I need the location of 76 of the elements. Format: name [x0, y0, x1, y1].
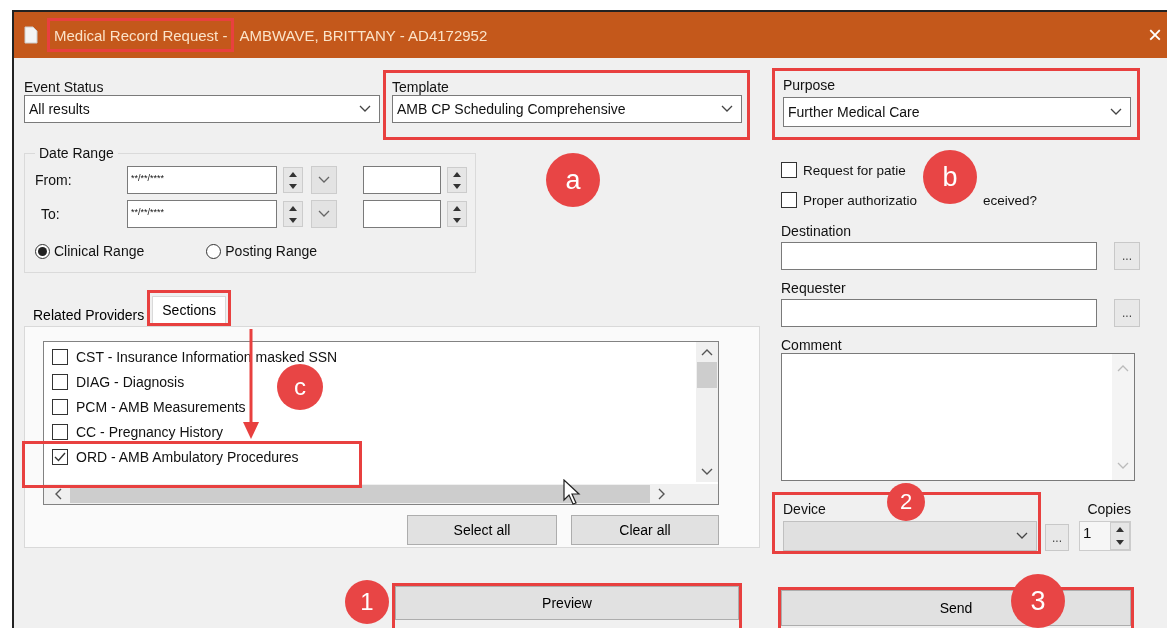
chevron-down-icon: [318, 176, 330, 184]
checkbox-label: eceived?: [983, 192, 1038, 208]
preview-button[interactable]: Preview: [395, 586, 739, 620]
checkbox[interactable]: [781, 162, 797, 178]
template-dropdown[interactable]: AMB CP Scheduling Comprehensive: [392, 95, 742, 123]
checkbox[interactable]: [52, 448, 68, 465]
chevron-down-icon: [1117, 462, 1129, 470]
time-field[interactable]: [363, 200, 441, 228]
date-label: To:: [40, 206, 61, 222]
select-all-button[interactable]: Select all: [407, 515, 557, 545]
chevron-down-icon: [1110, 108, 1122, 116]
comment-field[interactable]: [781, 353, 1135, 481]
step-badge: a: [546, 153, 600, 207]
vertical-scrollbar[interactable]: [696, 342, 718, 482]
chevron-left-icon: [54, 488, 62, 500]
step-badge: 2: [887, 483, 925, 521]
section-label: PCM - AMB Measurements: [76, 398, 246, 415]
step-badge: 3: [1011, 574, 1065, 628]
section-label: CST - Insurance Information masked SSN: [76, 348, 338, 365]
date-label: From:: [35, 172, 73, 188]
range-radio[interactable]: Posting Range: [206, 243, 318, 259]
field-label: Device: [783, 501, 826, 517]
field-label: Copies: [1087, 501, 1131, 517]
checkbox[interactable]: [52, 373, 68, 390]
section-label: ORD - AMB Ambulatory Procedures: [76, 448, 299, 465]
tab[interactable]: Related Providers: [28, 304, 150, 326]
chevron-down-icon: [1016, 532, 1028, 540]
section-label: CC - Pregnancy History: [76, 423, 224, 440]
spinner[interactable]: [1110, 522, 1130, 550]
field-label: Template: [392, 79, 450, 95]
spinner[interactable]: [283, 167, 303, 193]
tab[interactable]: Sections: [152, 296, 226, 323]
field-label: Event Status: [24, 79, 105, 95]
window-subtitle: AMBWAVE, BRITTANY - AD4172952: [239, 26, 488, 44]
checkbox[interactable]: [52, 423, 68, 440]
field-label: Comment: [781, 337, 843, 353]
chevron-up-icon: [701, 348, 713, 356]
step-badge: 1: [345, 580, 389, 624]
chevron-down-icon: [318, 210, 330, 218]
checkbox-label: Request for patie: [803, 162, 906, 178]
checkbox-label: Proper authorizatio: [803, 192, 918, 208]
browse-button[interactable]: ...: [1114, 299, 1140, 327]
range-radio[interactable]: Clinical Range: [35, 243, 145, 259]
group-title: Date Range: [38, 145, 115, 161]
time-field[interactable]: [363, 166, 441, 194]
date-field[interactable]: **/**/****: [127, 200, 277, 228]
chevron-down-icon: [359, 105, 371, 113]
spinner[interactable]: [447, 201, 467, 227]
requester-field[interactable]: [781, 299, 1097, 327]
checkbox[interactable]: [52, 348, 68, 365]
section-label: DIAG - Diagnosis: [76, 373, 185, 390]
scrollbar-thumb[interactable]: [697, 362, 717, 388]
window-title: Medical Record Request -: [54, 26, 228, 44]
chevron-right-icon: [658, 488, 666, 500]
browse-button[interactable]: ...: [1114, 242, 1140, 270]
step-badge: b: [923, 150, 978, 204]
spinner[interactable]: [283, 201, 303, 227]
copies-field[interactable]: 1: [1079, 521, 1131, 551]
purpose-dropdown[interactable]: Further Medical Care: [783, 97, 1131, 127]
checkbox[interactable]: [781, 192, 797, 208]
document-icon: [24, 26, 38, 44]
field-label: Destination: [781, 223, 853, 239]
chevron-down-icon: [721, 105, 733, 113]
chevron-up-icon: [1117, 364, 1129, 372]
checkbox[interactable]: [52, 398, 68, 415]
chevron-down-icon: [701, 468, 713, 476]
close-button[interactable]: ×: [1142, 21, 1167, 49]
date-field[interactable]: **/**/****: [127, 166, 277, 194]
field-label: Requester: [781, 280, 847, 296]
clear-all-button[interactable]: Clear all: [571, 515, 719, 545]
event-status-dropdown[interactable]: All results: [24, 95, 380, 123]
spinner[interactable]: [447, 167, 467, 193]
field-label: Purpose: [783, 77, 837, 93]
cursor-icon: [563, 479, 581, 505]
horizontal-scrollbar[interactable]: [44, 484, 718, 504]
destination-field[interactable]: [781, 242, 1097, 270]
